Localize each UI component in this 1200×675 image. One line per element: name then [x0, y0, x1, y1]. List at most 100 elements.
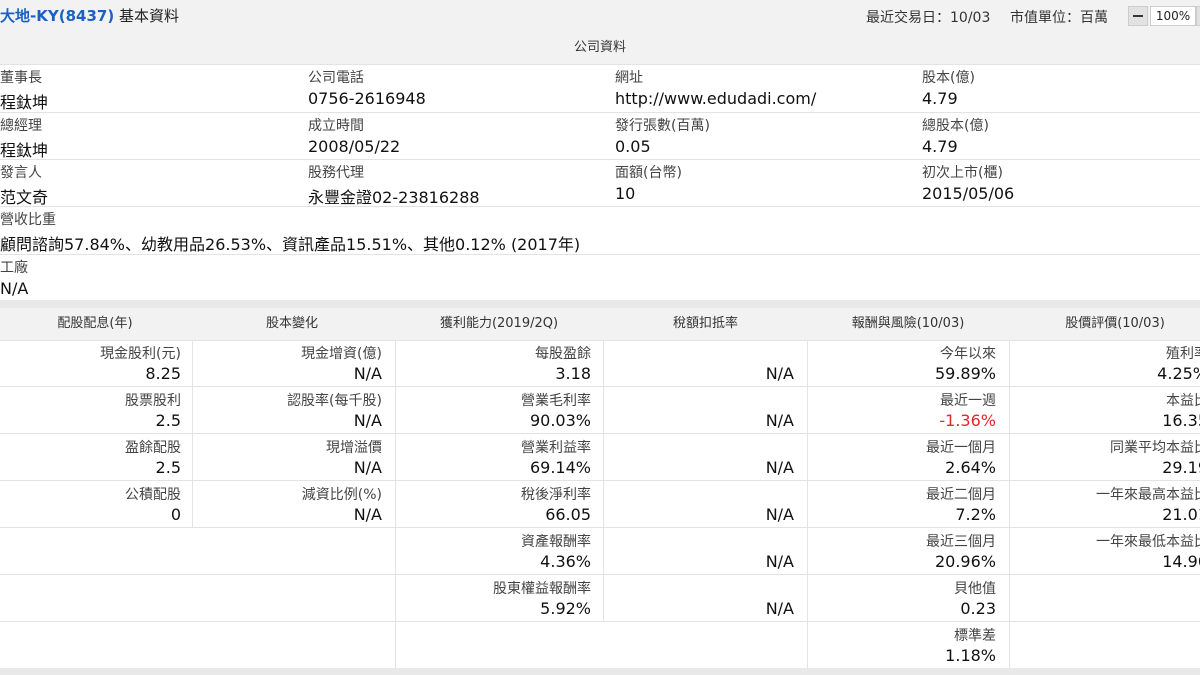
std-dev-value: 1.18% — [945, 646, 996, 665]
revenue-mix-value: 顧問諮詢57.84%、幼教用品26.53%、資訊產品15.51%、其他0.12%… — [0, 235, 581, 254]
cash-dividend-label: 現金股利(元) — [100, 346, 181, 362]
col-dividend-header: 配股配息(年) — [57, 316, 133, 331]
first-listing-value: 2015/05/06 — [922, 184, 1015, 203]
factory-label: 工廠 — [0, 260, 28, 276]
divider — [395, 340, 396, 668]
divider — [0, 206, 1200, 207]
cash-increase-label: 現金增資(億) — [301, 346, 382, 362]
industry-pe-value: 29.19 — [1162, 458, 1200, 477]
tax-credit-value: N/A — [765, 552, 794, 571]
divider — [0, 159, 1200, 160]
three-month-return-label: 最近三個月 — [926, 534, 996, 550]
year-high-pe-label: 一年來最高本益比 — [1096, 487, 1200, 503]
reduction-ratio-value: N/A — [353, 505, 382, 524]
dividend-yield-value: 4.25% — [1157, 364, 1200, 383]
founded-label: 成立時間 — [308, 118, 364, 134]
total-capital-label: 總股本(億) — [922, 118, 989, 134]
week-return-label: 最近一週 — [940, 393, 996, 409]
stock-dividend-value: 2.5 — [155, 411, 181, 430]
company-name-link[interactable]: 大地-KY(8437) — [0, 7, 114, 25]
beta-value: 0.23 — [960, 599, 996, 618]
spokesperson-label: 發言人 — [0, 165, 42, 181]
website-link[interactable]: http://www.edudadi.com/ — [615, 89, 816, 108]
divider — [0, 254, 1200, 255]
divider — [603, 340, 604, 621]
std-dev-label: 標準差 — [954, 628, 996, 644]
subscription-rate-label: 認股率(每千股) — [287, 393, 382, 409]
section-separator — [0, 300, 1200, 308]
net-margin-label: 稅後淨利率 — [521, 487, 591, 503]
last-trade-date: 最近交易日：10/03 — [866, 10, 991, 26]
revenue-mix-label: 營收比重 — [0, 212, 56, 228]
cash-dividend-value: 8.25 — [145, 364, 181, 383]
year-low-pe-label: 一年來最低本益比 — [1096, 534, 1200, 550]
tax-credit-value: N/A — [765, 458, 794, 477]
shares-issued-value: 0.05 — [615, 137, 651, 156]
ytd-return-label: 今年以來 — [940, 346, 996, 362]
week-return-value: -1.36% — [939, 411, 996, 430]
phone-label: 公司電話 — [308, 70, 364, 86]
earnings-stock-label: 盈餘配股 — [125, 440, 181, 456]
divider — [0, 64, 1200, 65]
operating-margin-label: 營業利益率 — [521, 440, 591, 456]
tax-credit-value: N/A — [765, 599, 794, 618]
page-title: 大地-KY(8437) 基本資料 — [0, 5, 179, 26]
page-header: 大地-KY(8437) 基本資料 最近交易日：10/03 市值單位：百萬 100… — [0, 0, 1200, 32]
tax-credit-value: N/A — [765, 505, 794, 524]
zoom-in-button[interactable] — [1196, 6, 1200, 26]
operating-margin-value: 69.14% — [529, 458, 591, 477]
cash-increase-value: N/A — [353, 364, 382, 383]
chairman-label: 董事長 — [0, 70, 42, 86]
increase-premium-value: N/A — [353, 458, 382, 477]
gross-margin-label: 營業毛利率 — [521, 393, 591, 409]
first-listing-label: 初次上市(櫃) — [922, 165, 1003, 181]
valuation-column: 殖利率 4.25% 本益比 16.35 同業平均本益比 29.19 一年來最高本… — [1010, 340, 1200, 668]
net-margin-value: 66.05 — [545, 505, 591, 524]
stock-dividend-label: 股票股利 — [125, 393, 181, 409]
reduction-ratio-label: 減資比例(%) — [301, 487, 382, 503]
roe-value: 5.92% — [540, 599, 591, 618]
factory-value: N/A — [0, 279, 29, 298]
capital-value: 4.79 — [922, 89, 958, 108]
chairman-value: 程鈦坤 — [0, 93, 49, 112]
zoom-level[interactable]: 100% — [1150, 6, 1196, 26]
divider — [0, 112, 1200, 113]
spokesperson-value: 范文奇 — [0, 188, 49, 207]
eps-value: 3.18 — [555, 364, 591, 383]
col-valuation-header: 股價評價(10/03) — [1065, 316, 1165, 331]
stock-agent-label: 股務代理 — [308, 165, 364, 181]
subscription-rate-value: N/A — [353, 411, 382, 430]
reserve-stock-value: 0 — [170, 505, 181, 524]
shares-issued-label: 發行張數(百萬) — [615, 118, 710, 134]
month-return-label: 最近一個月 — [926, 440, 996, 456]
industry-pe-label: 同業平均本益比 — [1110, 440, 1200, 456]
tax-credit-value: N/A — [765, 411, 794, 430]
dividend-yield-label: 殖利率 — [1166, 346, 1200, 362]
year-low-pe-value: 14.90 — [1162, 552, 1200, 571]
stock-agent-value: 永豐金證02-23816288 — [308, 188, 480, 207]
eps-label: 每股盈餘 — [535, 346, 591, 362]
pe-label: 本益比 — [1166, 393, 1200, 409]
month-return-value: 2.64% — [945, 458, 996, 477]
beta-label: 貝他值 — [954, 581, 996, 597]
website-label: 網址 — [615, 70, 643, 86]
reserve-stock-label: 公積配股 — [125, 487, 181, 503]
phone-value: 0756-2616948 — [308, 89, 426, 108]
roa-label: 資產報酬率 — [521, 534, 591, 550]
par-value-label: 面額(台幣) — [615, 165, 682, 181]
company-section-header: 公司資料 — [0, 32, 1200, 64]
general-manager-label: 總經理 — [0, 118, 42, 134]
market-value-unit: 市值單位：百萬 — [1010, 10, 1108, 26]
ytd-return-value: 59.89% — [934, 364, 996, 383]
earnings-stock-value: 2.5 — [155, 458, 181, 477]
col-tax-credit-header: 稅額扣抵率 — [672, 316, 738, 331]
divider — [807, 340, 808, 668]
two-month-return-label: 最近二個月 — [926, 487, 996, 503]
zoom-out-button[interactable] — [1128, 6, 1148, 26]
two-month-return-value: 7.2% — [955, 505, 996, 524]
gross-margin-value: 90.03% — [529, 411, 591, 430]
increase-premium-label: 現增溢價 — [326, 440, 382, 456]
col-return-risk-header: 報酬與風險(10/03) — [851, 316, 965, 331]
roa-value: 4.36% — [540, 552, 591, 571]
year-high-pe-value: 21.01 — [1162, 505, 1200, 524]
